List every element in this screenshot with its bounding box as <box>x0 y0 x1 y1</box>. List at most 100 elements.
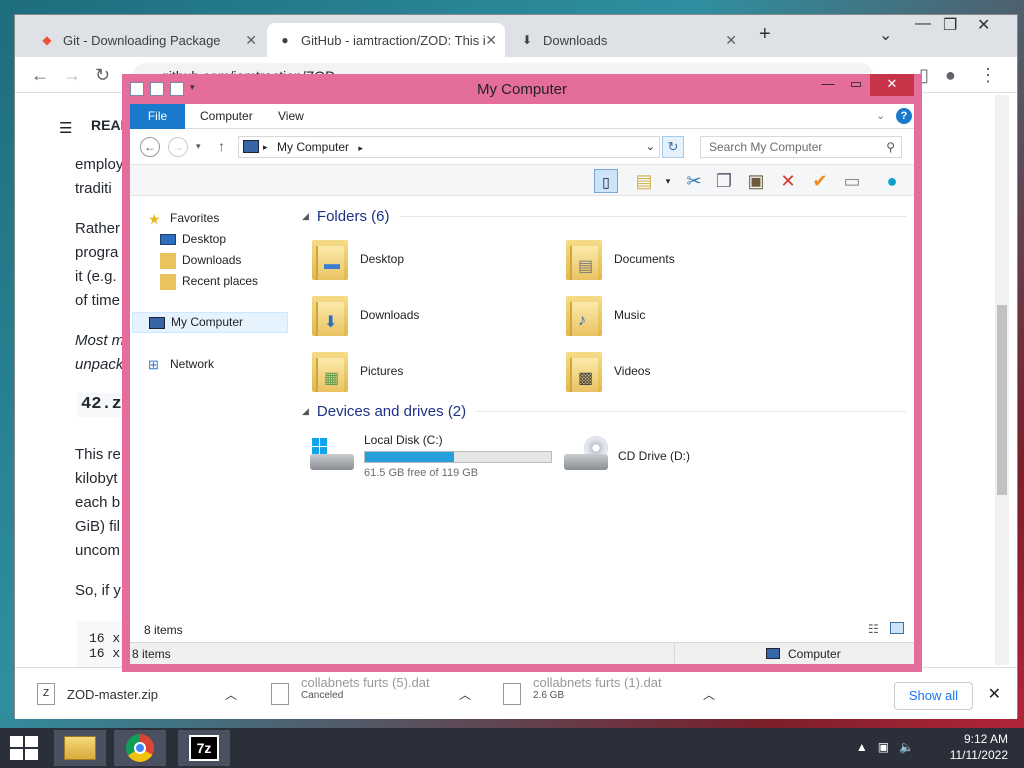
rename-icon[interactable]: ▭ <box>840 169 864 193</box>
address-bar[interactable]: ▸ My Computer ▸ ⌄ <box>238 136 660 158</box>
address-text: My Computer <box>277 140 350 154</box>
nav-downloads[interactable]: Downloads <box>160 250 241 271</box>
file-explorer-taskbar-icon[interactable] <box>54 730 106 766</box>
drives-group-header[interactable]: ◢ Devices and drives (2) <box>302 403 906 420</box>
forward-arrow-icon[interactable]: → <box>168 137 188 157</box>
start-button[interactable] <box>10 736 38 760</box>
browser-tab-git[interactable]: ◆ Git - Downloading Package ✕ <box>29 23 265 57</box>
paste-icon[interactable]: ▣ <box>744 169 768 193</box>
check-icon[interactable]: ✔ <box>808 169 832 193</box>
nav-label: Desktop <box>182 232 227 246</box>
page-line: kilobyt <box>75 470 118 487</box>
chevron-down-icon[interactable]: ⌄ <box>876 109 885 122</box>
chevron-up-icon[interactable]: ︿ <box>459 686 471 703</box>
close-icon[interactable]: ✕ <box>245 32 257 49</box>
zip-file-icon: Z <box>37 683 55 705</box>
chevron-down-icon[interactable]: ▾ <box>656 169 680 193</box>
help-icon[interactable]: ? <box>896 108 912 124</box>
tab-search-chevron-icon[interactable]: ⌄ <box>879 25 892 45</box>
chrome-taskbar-icon[interactable] <box>114 730 166 766</box>
forward-arrow-icon[interactable]: → <box>63 65 81 86</box>
folder-videos[interactable]: ▩ Videos <box>564 346 804 396</box>
menu-dots-icon[interactable]: ⋮ <box>979 65 997 86</box>
bottom-status-bar: 8 items Computer <box>130 642 914 664</box>
7zip-taskbar-icon[interactable]: 7z <box>178 730 230 766</box>
cd-drive-icon <box>562 436 610 476</box>
folder-music[interactable]: ♪ Music <box>564 290 804 340</box>
browser-tab-github[interactable]: ● GitHub - iamtraction/ZOD: This i ✕ <box>267 23 505 57</box>
properties-icon[interactable]: ▤ <box>632 169 656 193</box>
computer-icon <box>243 140 259 153</box>
hard-drive-icon <box>308 436 356 476</box>
download-item[interactable]: collabnets furts (5).dat Canceled ︿ <box>271 674 493 714</box>
download-icon: ⬇ <box>521 33 533 47</box>
page-line: GiB) fil <box>75 518 120 535</box>
show-all-button[interactable]: Show all <box>893 682 973 710</box>
collapse-arrow-icon[interactable]: ◢ <box>302 406 309 417</box>
close-icon[interactable]: ✕ <box>725 32 737 49</box>
clock[interactable]: 9:12 AM 11/11/2022 <box>950 731 1008 763</box>
breadcrumb-arrow-icon[interactable]: ▸ <box>263 137 268 157</box>
page-line: it (e.g. <box>75 268 117 285</box>
close-window-button[interactable]: ✕ <box>977 15 990 35</box>
details-view-icon[interactable]: ☷ <box>868 622 879 636</box>
close-button[interactable]: ✕ <box>870 74 914 96</box>
drive-local-disk-c[interactable]: Local Disk (C:) 61.5 GB free of 119 GB <box>308 426 552 486</box>
maximize-button[interactable]: ▭ <box>844 74 868 96</box>
breadcrumb-arrow-icon[interactable]: ▸ <box>358 143 363 153</box>
preview-pane-icon[interactable]: ▯ <box>594 169 618 193</box>
nav-network[interactable]: ⊞ Network <box>148 354 214 375</box>
drive-cd-d[interactable]: CD Drive (D:) <box>562 426 690 486</box>
nav-desktop[interactable]: Desktop <box>160 229 226 250</box>
browser-tab-downloads[interactable]: ⬇ Downloads ✕ <box>509 23 745 57</box>
show-hidden-icons-icon[interactable]: ▲ <box>856 740 868 754</box>
close-icon[interactable]: ✕ <box>988 684 1001 704</box>
nav-recent-places[interactable]: Recent places <box>160 271 258 292</box>
back-arrow-icon[interactable]: ← <box>31 65 49 86</box>
tab-computer[interactable]: Computer <box>186 104 267 129</box>
delete-icon[interactable]: ✕ <box>776 169 800 193</box>
cut-icon[interactable]: ✂ <box>682 169 706 193</box>
address-row: ← → ▾ ↑ ▸ My Computer ▸ ⌄ ↻ Search My Co… <box>130 133 914 163</box>
chevron-up-icon[interactable]: ︿ <box>703 686 715 703</box>
minimize-button[interactable]: — <box>915 15 931 33</box>
scrollbar-thumb[interactable] <box>997 305 1007 495</box>
nav-favorites[interactable]: ★ Favorites <box>148 208 219 229</box>
close-icon[interactable]: ✕ <box>485 31 497 49</box>
folder-pictures[interactable]: ▦ Pictures <box>310 346 550 396</box>
page-line: unpack <box>75 356 124 373</box>
reload-icon[interactable]: ↻ <box>95 65 110 86</box>
star-icon: ★ <box>148 210 161 227</box>
copy-icon[interactable]: ❐ <box>712 169 736 193</box>
recent-locations-chevron-icon[interactable]: ▾ <box>196 141 201 152</box>
refresh-icon[interactable]: ↻ <box>662 136 684 158</box>
download-item[interactable]: collabnets furts (1).dat 2.6 GB ︿ <box>503 674 725 714</box>
download-item[interactable]: Z ZOD-master.zip ︿ <box>37 674 259 714</box>
profile-avatar-icon[interactable]: ● <box>945 65 956 86</box>
outline-menu-icon[interactable]: ☰ <box>59 119 72 137</box>
up-arrow-icon[interactable]: ↑ <box>218 138 225 154</box>
minimize-button[interactable]: — <box>816 74 840 96</box>
search-input[interactable]: Search My Computer ⚲ <box>700 136 902 158</box>
folder-downloads[interactable]: ⬇ Downloads <box>310 290 550 340</box>
items-status-bar: 8 items ☷ <box>130 616 914 642</box>
maximize-button[interactable]: ❐ <box>943 15 957 35</box>
network-icon[interactable]: ▣ <box>878 740 889 754</box>
explorer-titlebar[interactable]: ▾ My Computer — ▭ ✕ <box>122 74 922 104</box>
folders-group-header[interactable]: ◢ Folders (6) <box>302 208 906 225</box>
tab-view[interactable]: View <box>264 104 318 129</box>
large-icons-view-icon[interactable] <box>890 622 904 634</box>
page-scrollbar[interactable] <box>995 95 1009 665</box>
nav-my-computer[interactable]: My Computer <box>132 312 288 333</box>
back-arrow-icon[interactable]: ← <box>140 137 160 157</box>
chevron-up-icon[interactable]: ︿ <box>225 686 237 703</box>
chevron-down-icon[interactable]: ⌄ <box>646 137 655 157</box>
volume-icon[interactable]: 🔈 <box>899 740 914 754</box>
tab-file[interactable]: File <box>130 104 185 129</box>
new-tab-button[interactable]: + <box>759 23 771 46</box>
globe-icon[interactable]: ● <box>880 169 904 193</box>
folder-desktop[interactable]: ▬ Desktop <box>310 234 550 284</box>
collapse-arrow-icon[interactable]: ◢ <box>302 211 309 222</box>
folder-documents[interactable]: ▤ Documents <box>564 234 804 284</box>
drive-free-space: 61.5 GB free of 119 GB <box>364 467 479 479</box>
